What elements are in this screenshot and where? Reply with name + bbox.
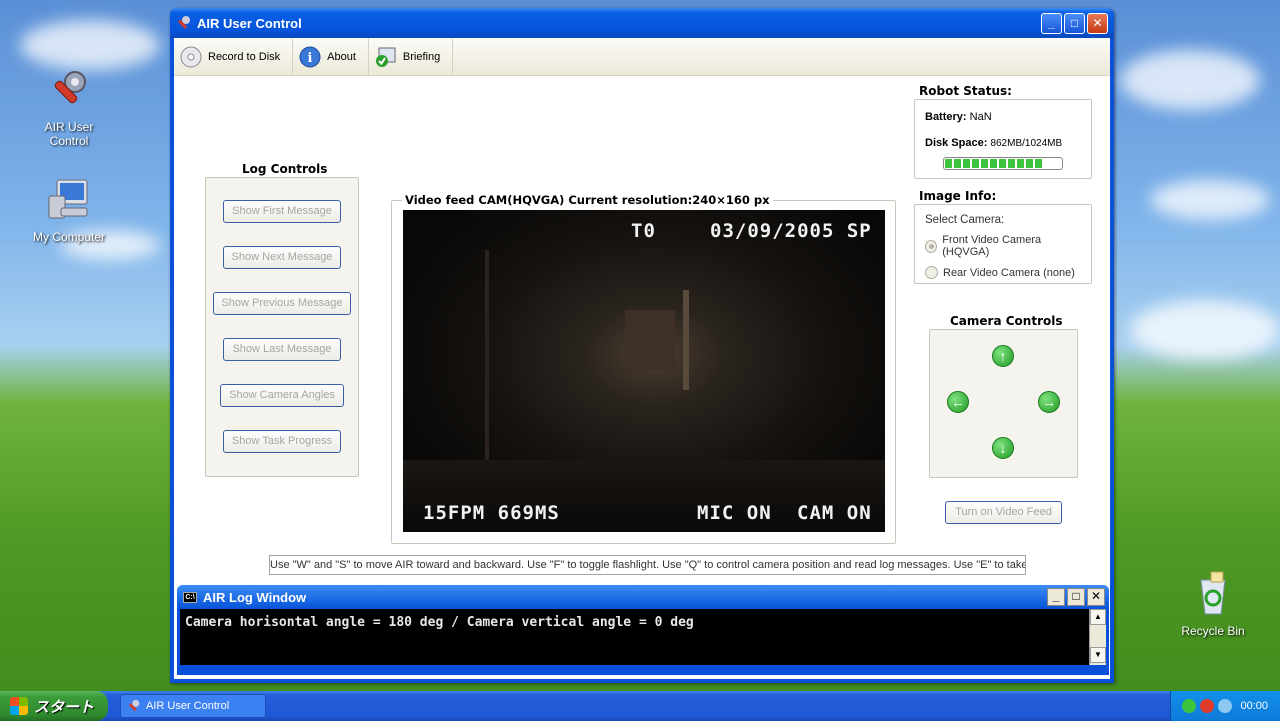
main-window: AIR User Control _ □ ✕ Record to Disk i … (170, 8, 1114, 683)
network-icon[interactable] (1182, 699, 1197, 713)
turn-on-video-feed-button[interactable]: Turn on Video Feed (945, 501, 1062, 524)
briefing-label: Briefing (402, 50, 441, 63)
image-info-title: Image Info: (919, 189, 997, 203)
minimize-button[interactable]: _ (1041, 12, 1062, 34)
system-tray: 00:00 (1170, 691, 1280, 721)
window-client: Record to Disk i About Briefing Log Cont… (174, 38, 1110, 679)
taskbar-item-label: AIR User Control (146, 700, 230, 712)
rear-camera-radio[interactable] (925, 266, 938, 279)
show-next-message-button[interactable]: Show Next Message (223, 246, 341, 269)
security-alert-icon[interactable] (1200, 699, 1215, 713)
briefing-check-icon (375, 46, 397, 68)
record-to-disk-button[interactable]: Record to Disk (174, 38, 294, 75)
windows-logo-icon (10, 697, 28, 715)
app-icon (176, 15, 192, 31)
osd-channel: T0 (631, 220, 656, 242)
start-button[interactable]: スタート (0, 691, 108, 721)
maximize-button[interactable]: □ (1064, 12, 1085, 34)
log-controls-title: Log Controls (242, 162, 328, 176)
camera-left-arrow-icon[interactable]: ← (947, 391, 969, 413)
tools-icon (45, 66, 93, 114)
osd-cam: CAM ON (797, 502, 872, 524)
front-camera-radio[interactable] (925, 239, 938, 253)
show-first-message-button[interactable]: Show First Message (223, 200, 341, 223)
disk-space-value: 862MB/1024MB (990, 138, 1063, 149)
camera-right-arrow-icon[interactable]: → (1038, 391, 1060, 413)
osd-mic: MIC ON (697, 502, 772, 524)
recycle-bin-icon (1189, 570, 1237, 618)
log-maximize-button[interactable]: □ (1067, 588, 1085, 606)
close-button[interactable]: ✕ (1087, 12, 1108, 34)
log-window-title: AIR Log Window (203, 589, 307, 605)
taskbar-item-air-user-control[interactable]: AIR User Control (120, 694, 266, 718)
video-feed-title: Video feed CAM(HQVGA) Current resolution… (402, 193, 773, 207)
disk-space-label: Disk Space: (925, 137, 988, 149)
desktop-icon-label: AIR User Control (44, 120, 94, 148)
scroll-up-icon[interactable]: ▲ (1090, 609, 1106, 625)
camera-down-arrow-icon[interactable]: ↓ (992, 437, 1014, 459)
disk-space-progress-bar (943, 157, 1063, 170)
record-label: Record to Disk (208, 50, 281, 63)
window-title: AIR User Control (197, 15, 302, 31)
show-previous-message-button[interactable]: Show Previous Message (213, 292, 351, 315)
robot-status-title: Robot Status: (919, 84, 1012, 98)
log-controls-panel: Show First Message Show Next Message Sho… (205, 177, 359, 477)
battery-value: NaN (969, 111, 992, 123)
log-window: C:\ AIR Log Window _ □ ✕ Camera horisont… (177, 585, 1109, 675)
console-icon: C:\ (183, 591, 197, 603)
image-info-panel: Select Camera: Front Video Camera (HQVGA… (914, 204, 1092, 284)
log-text: Camera horisontal angle = 180 deg / Came… (185, 615, 694, 630)
briefing-button[interactable]: Briefing (369, 38, 454, 75)
clock[interactable]: 00:00 (1240, 700, 1268, 712)
scroll-down-icon[interactable]: ▼ (1090, 647, 1106, 663)
disc-icon (180, 46, 202, 68)
show-task-progress-button[interactable]: Show Task Progress (223, 430, 341, 453)
about-label: About (327, 50, 356, 63)
camera-controls-panel: ↑ ← → ↓ (929, 329, 1078, 478)
front-camera-label: Front Video Camera (HQVGA) (942, 234, 1042, 258)
battery-label: Battery: (925, 111, 967, 123)
osd-framerate: 15FPM 669MS (423, 502, 560, 524)
computer-icon (45, 176, 93, 224)
camera-up-arrow-icon[interactable]: ↑ (992, 345, 1014, 367)
desktop-icon-my-computer[interactable]: My Computer (24, 176, 114, 244)
log-console: Camera horisontal angle = 180 deg / Came… (180, 609, 1106, 665)
taskbar: スタート AIR User Control 00:00 (0, 691, 1280, 721)
robot-status-panel: Battery: NaN Disk Space: 862MB/1024MB (914, 99, 1092, 179)
window-titlebar[interactable]: AIR User Control _ □ ✕ (170, 8, 1114, 38)
desktop-icon-label: My Computer (32, 230, 106, 244)
osd-date: 03/09/2005 SP (710, 220, 872, 242)
controls-hint: Use "W" and "S" to move AIR toward and b… (269, 555, 1026, 575)
desktop-icon-recycle-bin[interactable]: Recycle Bin (1168, 570, 1258, 638)
front-camera-option[interactable]: Front Video Camera (HQVGA) (925, 234, 1081, 258)
log-minimize-button[interactable]: _ (1047, 588, 1065, 606)
desktop-icon-label: Recycle Bin (1181, 624, 1245, 638)
rear-camera-option[interactable]: Rear Video Camera (none) (925, 266, 1081, 279)
svg-text:i: i (308, 51, 313, 66)
toolbar: Record to Disk i About Briefing (174, 38, 1110, 76)
camera-controls-title: Camera Controls (950, 314, 1063, 328)
start-label: スタート (34, 698, 95, 716)
log-scrollbar[interactable]: ▲ ▼ (1089, 609, 1106, 665)
log-close-button[interactable]: ✕ (1087, 588, 1105, 606)
about-button[interactable]: i About (293, 38, 369, 75)
show-camera-angles-button[interactable]: Show Camera Angles (220, 384, 344, 407)
log-window-titlebar[interactable]: C:\ AIR Log Window _ □ ✕ (177, 585, 1109, 609)
app-icon (127, 699, 141, 713)
rear-camera-label: Rear Video Camera (none) (943, 266, 1075, 279)
disk-space-progress-fill (945, 159, 1043, 168)
video-feed: T0 03/09/2005 SP 15FPM 669MS MIC ON CAM … (403, 210, 885, 532)
show-last-message-button[interactable]: Show Last Message (223, 338, 341, 361)
desktop-icon-air-user-control[interactable]: AIR User Control (24, 66, 114, 148)
volume-icon[interactable] (1218, 699, 1233, 713)
info-icon: i (299, 46, 321, 68)
select-camera-label: Select Camera: (925, 214, 1005, 226)
